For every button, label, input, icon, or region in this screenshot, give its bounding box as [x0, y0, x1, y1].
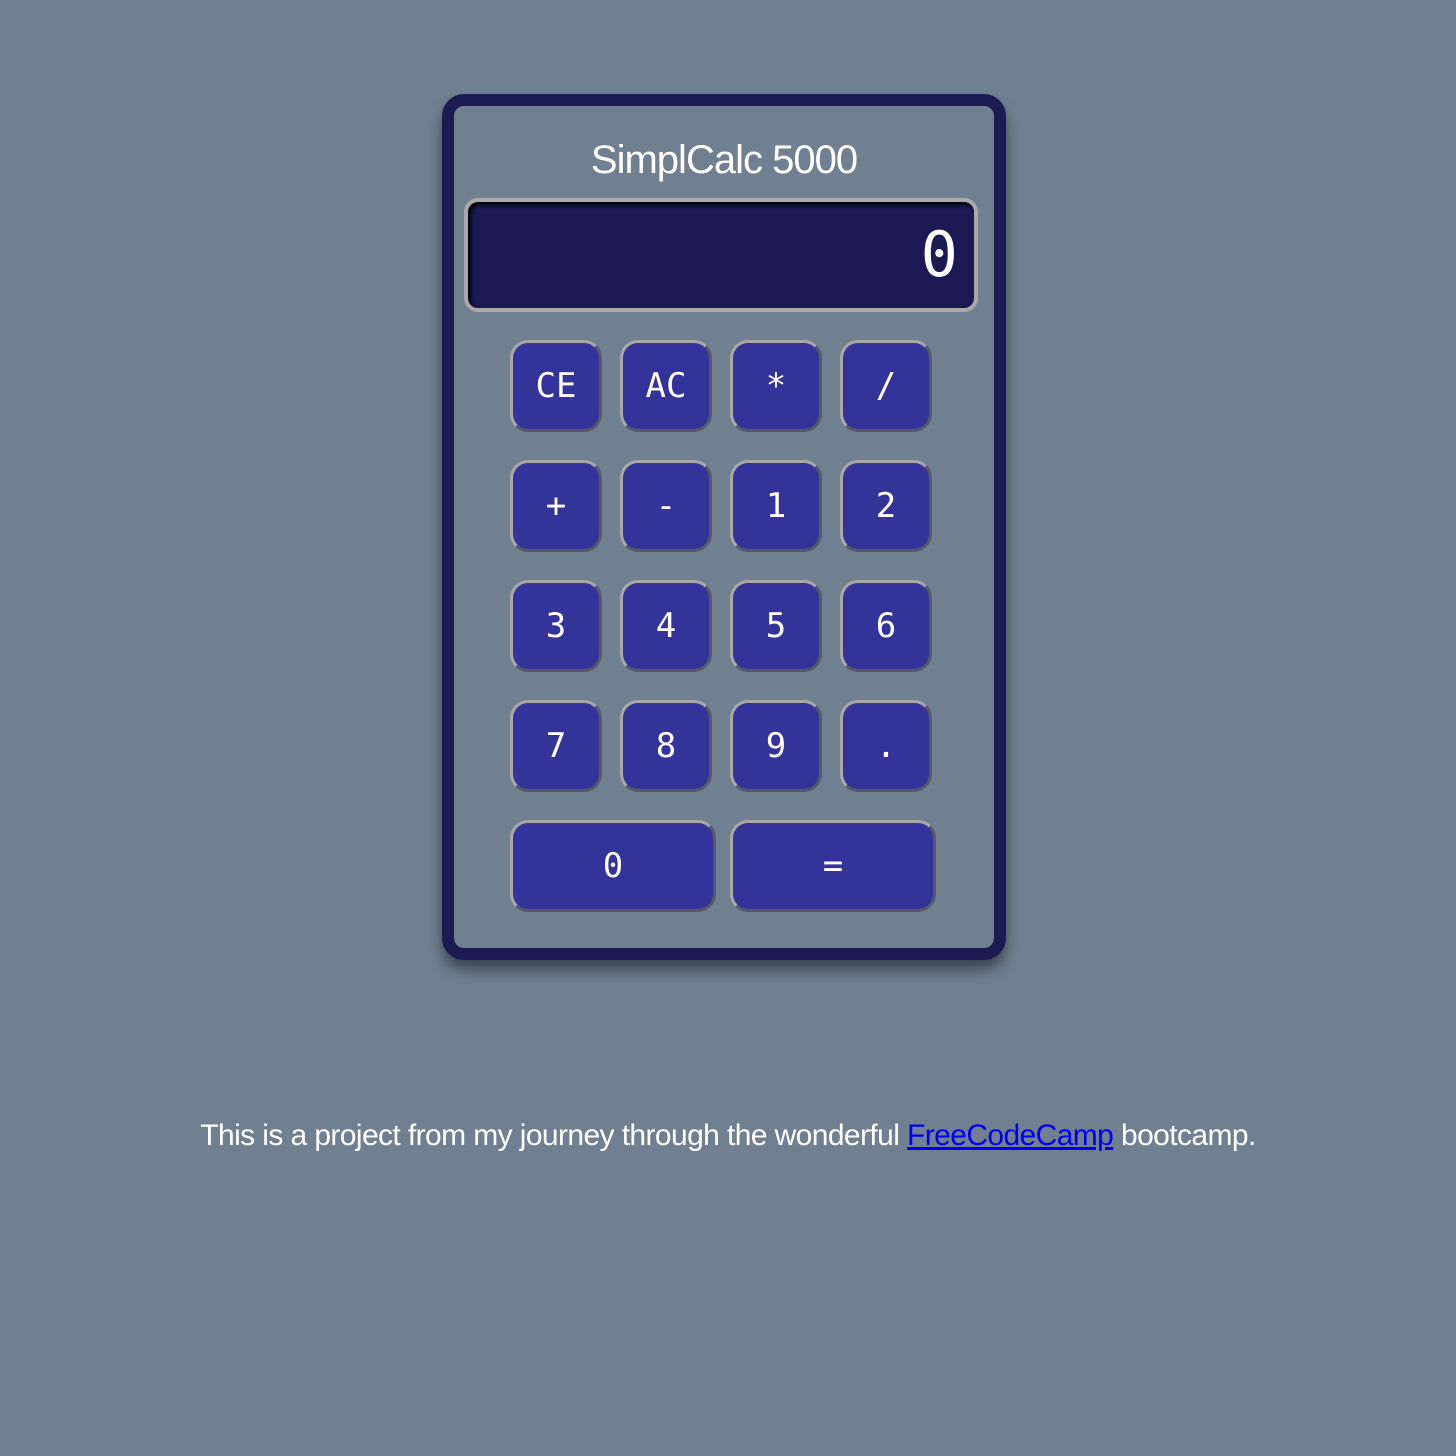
- clear-entry-button[interactable]: CE: [510, 340, 602, 432]
- digit-9-button[interactable]: 9: [730, 700, 822, 792]
- app-title: SimplCalc 5000: [590, 138, 858, 182]
- digit-0-button[interactable]: 0: [510, 820, 716, 912]
- digit-8-button[interactable]: 8: [620, 700, 712, 792]
- digit-3-button[interactable]: 3: [510, 580, 602, 672]
- footer-text-before: This is a project from my journey throug…: [200, 1119, 908, 1152]
- freecodecamp-link[interactable]: FreeCodeCamp: [907, 1119, 1114, 1152]
- minus-button[interactable]: -: [620, 460, 712, 552]
- multiply-button[interactable]: *: [730, 340, 822, 432]
- footer-text-after: bootcamp.: [1113, 1119, 1256, 1152]
- digit-1-button[interactable]: 1: [730, 460, 822, 552]
- divide-button[interactable]: /: [840, 340, 932, 432]
- decimal-button[interactable]: .: [840, 700, 932, 792]
- equals-button[interactable]: =: [730, 820, 936, 912]
- plus-button[interactable]: +: [510, 460, 602, 552]
- all-clear-button[interactable]: AC: [620, 340, 712, 432]
- digit-4-button[interactable]: 4: [620, 580, 712, 672]
- digit-7-button[interactable]: 7: [510, 700, 602, 792]
- keypad: CE AC * / + - 1 2 3 4 5 6 7 8 9 . 0 =: [510, 340, 940, 920]
- display-value: 0: [920, 218, 958, 291]
- calculator-display: 0: [464, 198, 978, 312]
- calculator: SimplCalc 5000 0 CE AC * / + - 1 2 3 4 5…: [442, 94, 1006, 960]
- footer-note: This is a project from my journey throug…: [0, 1116, 1456, 1156]
- digit-6-button[interactable]: 6: [840, 580, 932, 672]
- digit-5-button[interactable]: 5: [730, 580, 822, 672]
- digit-2-button[interactable]: 2: [840, 460, 932, 552]
